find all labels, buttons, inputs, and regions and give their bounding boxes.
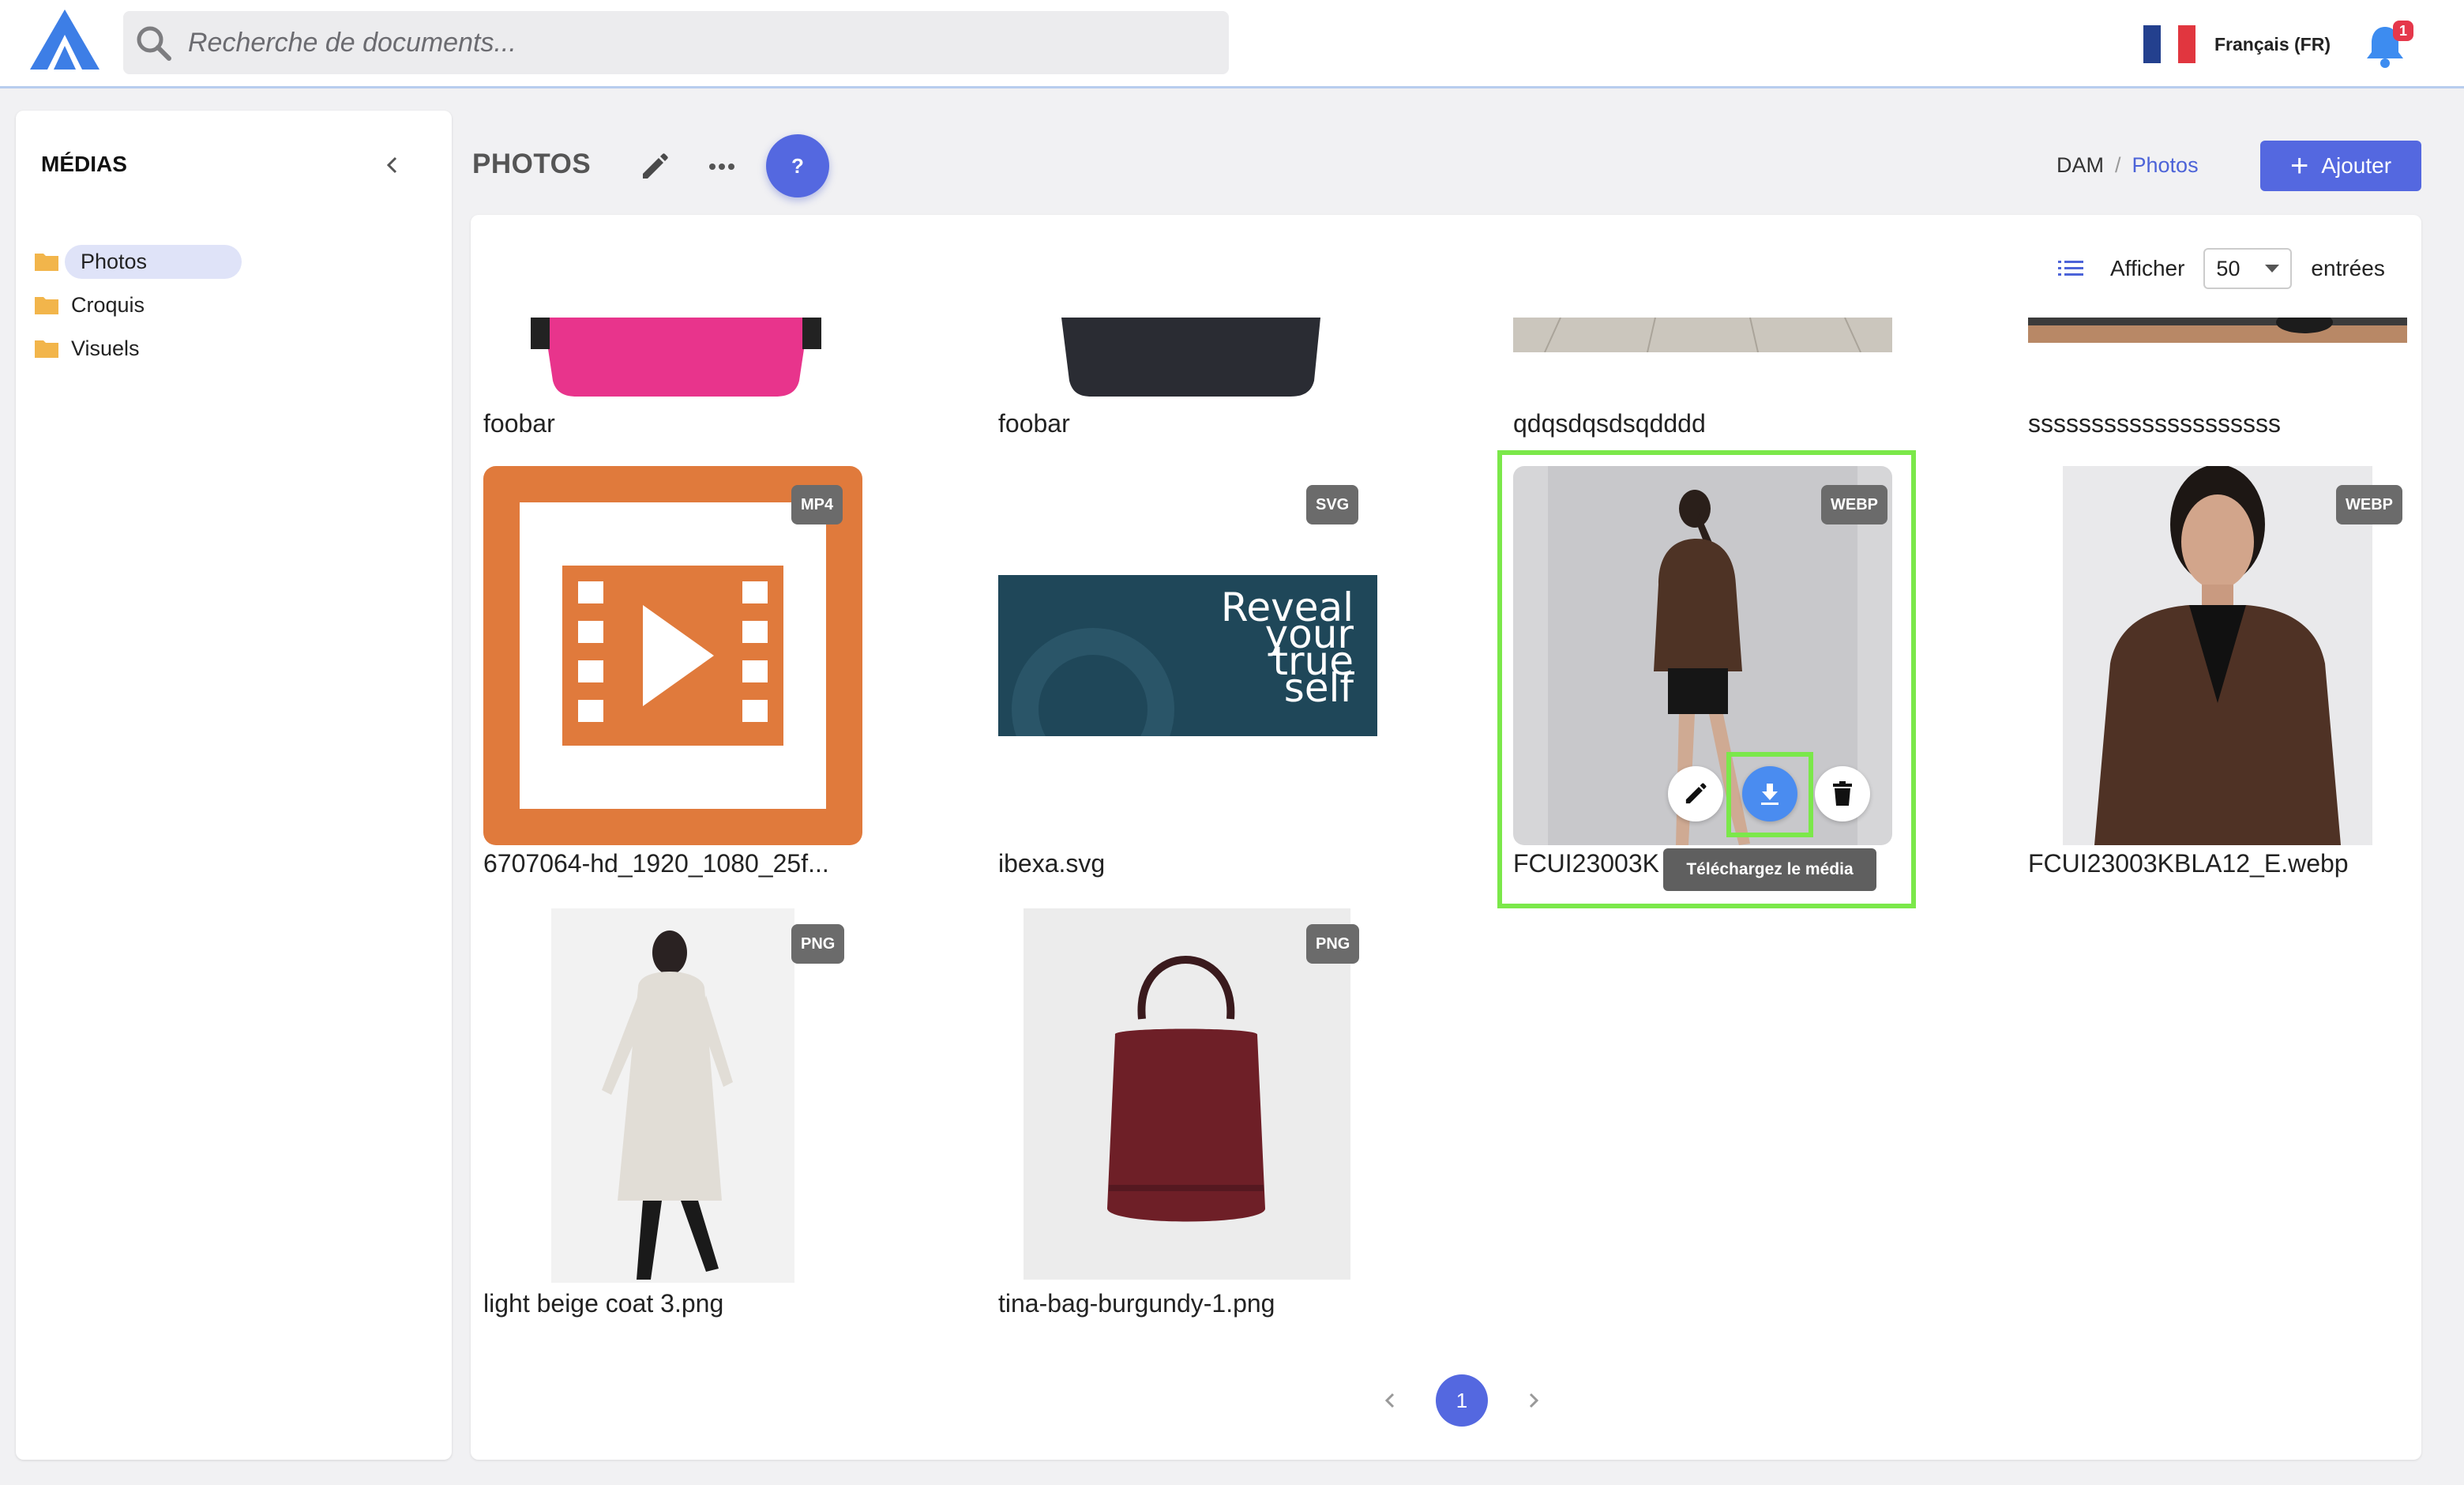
notifications-button[interactable]: 1 [2364, 21, 2413, 68]
search-placeholder: Recherche de documents... [188, 27, 516, 58]
search-input[interactable]: Recherche de documents... [123, 11, 1229, 74]
sidebar-item-visuels[interactable]: Visuels [35, 330, 140, 367]
caret-down-icon [2265, 265, 2280, 273]
media-name[interactable]: tina-bag-burgundy-1.png [998, 1289, 1275, 1318]
show-label: Afficher [2110, 256, 2185, 280]
page-1-button[interactable]: 1 [1436, 1374, 1488, 1427]
beige-coat-photo [602, 930, 733, 1280]
media-name[interactable]: foobar [483, 409, 555, 438]
page-size-control: Afficher 50 entrées [2058, 248, 2385, 289]
media-sidebar: MÉDIAS Photos Croquis Visuels [16, 111, 452, 1460]
breadcrumb-dam[interactable]: DAM [2056, 153, 2104, 178]
add-button[interactable]: + Ajouter [2260, 141, 2421, 191]
folder-icon [35, 297, 58, 314]
chevron-left-icon[interactable] [381, 153, 404, 177]
media-name[interactable]: qdqsdqsdsqdddd [1513, 409, 1706, 438]
media-thumbnail[interactable] [483, 318, 862, 398]
pencil-icon [1685, 783, 1707, 804]
pink-bag-image [531, 318, 821, 397]
page-title: PHOTOS [472, 148, 592, 179]
video-file-icon [562, 566, 783, 746]
media-name[interactable]: ssssssssssssssssssss [2028, 409, 2281, 438]
edit-folder-button[interactable] [638, 150, 671, 183]
help-button[interactable]: ? [766, 134, 829, 197]
breadcrumb-separator: / [2115, 153, 2121, 177]
notification-badge: 1 [2393, 21, 2413, 41]
media-thumbnail[interactable] [2063, 466, 2372, 845]
svg-slogan: Reveal your true self [1221, 588, 1354, 711]
media-name[interactable]: FCUI23003KBLA12_E.webp [2028, 849, 2349, 878]
sidebar-item-photos[interactable]: Photos [35, 243, 242, 280]
delete-media-button[interactable] [1815, 766, 1870, 821]
file-type-badge: SVG [1306, 485, 1359, 524]
app-logo-icon[interactable] [27, 6, 103, 73]
page-size-select[interactable]: 50 [2203, 248, 2293, 289]
top-bar: Recherche de documents... Français (FR) … [0, 0, 2464, 88]
download-button-highlight [1726, 752, 1813, 837]
media-name[interactable]: foobar [998, 409, 1070, 438]
sidebar-item-croquis[interactable]: Croquis [35, 287, 145, 323]
entries-label: entrées [2311, 256, 2385, 280]
media-thumbnail[interactable] [551, 908, 794, 1283]
media-thumbnail[interactable] [1024, 908, 1350, 1280]
chevron-left-icon [1384, 1393, 1395, 1408]
sidebar-item-label: Visuels [71, 336, 140, 360]
file-type-badge: MP4 [791, 485, 843, 524]
sidebar-title: MÉDIAS [41, 152, 127, 176]
folder-icon [35, 254, 58, 271]
add-button-label: Ajouter [2321, 153, 2392, 178]
list-view-icon[interactable] [2058, 258, 2083, 279]
slogan-line: self [1283, 665, 1354, 711]
breadcrumb: DAM / Photos [2056, 153, 2199, 178]
prev-page-button[interactable] [1374, 1385, 1406, 1416]
next-page-button[interactable] [1518, 1385, 1549, 1416]
sidebar-item-label: Croquis [71, 292, 145, 317]
black-bag-image [1061, 318, 1320, 397]
media-name[interactable]: ibexa.svg [998, 849, 1105, 878]
download-tooltip: Téléchargez le média [1663, 848, 1876, 891]
media-thumbnail[interactable]: Reveal your true self [998, 575, 1377, 736]
media-thumbnail[interactable] [2028, 318, 2407, 343]
page-size-value: 50 [2216, 256, 2241, 280]
language-selector[interactable]: Français (FR) [2143, 25, 2331, 63]
plus-icon: + [2289, 148, 2309, 183]
highlighted-card-outline [1497, 450, 1916, 908]
language-label: Français (FR) [2214, 33, 2331, 55]
sidebar-item-label: Photos [65, 244, 242, 279]
file-type-badge: PNG [1306, 924, 1360, 964]
burgundy-bag-photo [1107, 956, 1265, 1222]
more-options-icon[interactable] [708, 155, 736, 179]
folder-icon [35, 340, 58, 358]
media-name[interactable]: light beige coat 3.png [483, 1289, 723, 1318]
media-thumbnail[interactable] [998, 318, 1377, 398]
media-name[interactable]: 6707064-hd_1920_1080_25f... [483, 849, 829, 878]
search-icon [137, 26, 171, 61]
trash-icon [1833, 781, 1852, 806]
france-flag-icon [2143, 25, 2195, 63]
car-image [2028, 318, 2407, 343]
breadcrumb-photos[interactable]: Photos [2132, 153, 2199, 178]
media-thumbnail[interactable] [1513, 318, 1892, 352]
file-type-badge: PNG [791, 924, 845, 964]
file-type-badge: WEBP [2336, 485, 2402, 524]
edit-media-button[interactable] [1668, 766, 1723, 821]
chevron-right-icon [1529, 1393, 1539, 1408]
floor-image [1513, 318, 1892, 352]
leather-jacket-photo [2094, 466, 2341, 845]
pagination: 1 [1374, 1374, 1549, 1427]
